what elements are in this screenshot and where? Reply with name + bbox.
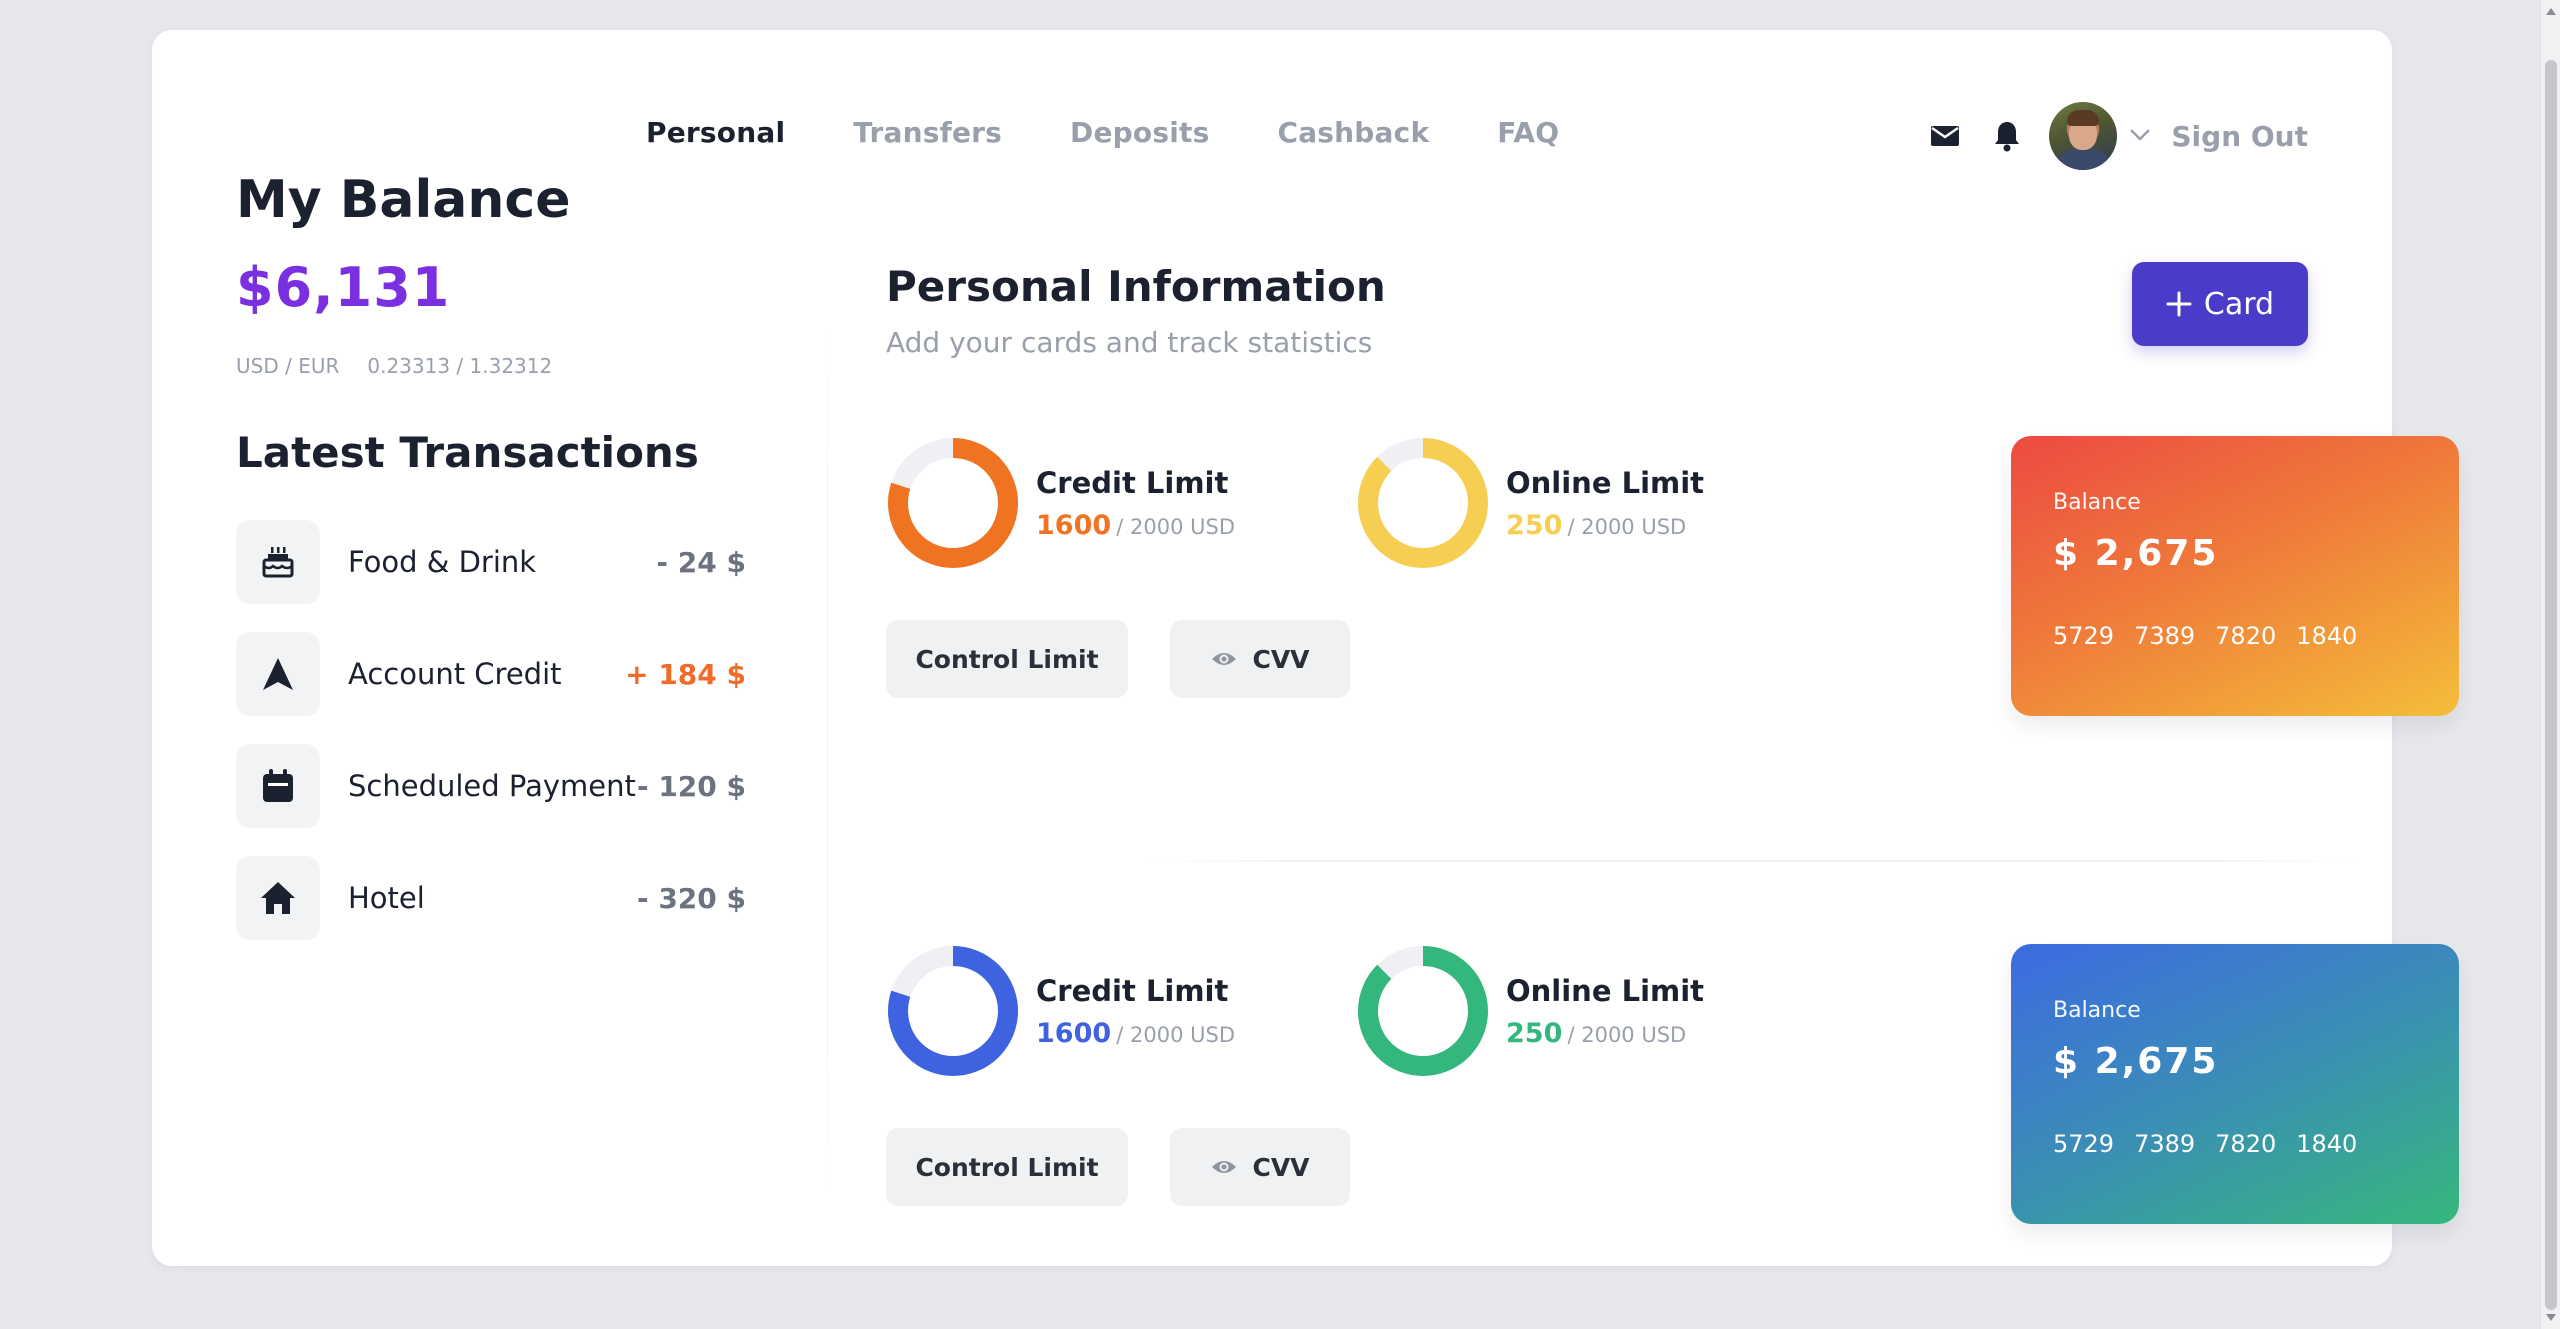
home-icon (236, 856, 320, 940)
list-item[interactable]: Hotel - 320 $ (236, 856, 746, 940)
bank-card[interactable]: Balance $ 2,675 5729 7389 7820 1840 (2011, 436, 2459, 716)
add-card-button[interactable]: Card (2132, 262, 2308, 346)
credit-limit: Credit Limit 1600 / 2000 USD (886, 944, 1235, 1078)
cake-icon (236, 520, 320, 604)
card-number-group: 1840 (2296, 1130, 2358, 1158)
exchange-rate: USD / EUR 0.23313 / 1.32312 (236, 354, 552, 378)
nav-personal[interactable]: Personal (646, 116, 785, 149)
card-number-group: 7820 (2215, 622, 2277, 650)
nav-faq[interactable]: FAQ (1497, 116, 1559, 149)
limit-title: Credit Limit (1036, 465, 1229, 500)
main-panel: Personal Transfers Deposits Cashback FAQ… (152, 30, 2459, 1266)
card-number: 5729 7389 7820 1840 (2053, 1130, 2417, 1158)
online-limit-donut (1358, 438, 1488, 568)
scrollbar-thumb[interactable] (2545, 60, 2557, 1310)
card-number-group: 1840 (2296, 622, 2358, 650)
limit-value: 1600 (1036, 1017, 1112, 1049)
control-limit-button[interactable]: Control Limit (886, 1128, 1128, 1206)
control-limit-button[interactable]: Control Limit (886, 620, 1128, 698)
row-divider (1142, 860, 2362, 862)
limit-total: / 2000 USD (1567, 514, 1687, 539)
section-title: Personal Information (886, 262, 1386, 311)
add-card-label: Card (2203, 286, 2275, 322)
donut-progress-arc (1358, 946, 1488, 1076)
card-balance: $ 2,675 (2053, 1041, 2219, 1082)
cvv-button[interactable]: CVV (1170, 620, 1350, 698)
transactions-list: Food & Drink - 24 $ Account Credit + 184… (236, 520, 746, 968)
section-subtitle: Add your cards and track statistics (886, 326, 1373, 359)
limit-total: / 2000 USD (1567, 1022, 1687, 1047)
card-number-group: 5729 (2053, 1130, 2115, 1158)
transaction-label: Account Credit (348, 657, 562, 691)
card-number-group: 7820 (2215, 1130, 2277, 1158)
card-balance-label: Balance (2053, 490, 2141, 515)
transaction-label: Scheduled Payment (348, 769, 636, 803)
bell-icon[interactable] (1987, 116, 2027, 156)
list-item[interactable]: Scheduled Payment - 120 $ (236, 744, 746, 828)
online-limit-donut (1358, 946, 1488, 1076)
limit-title: Credit Limit (1036, 973, 1229, 1008)
card-row: Credit Limit 1600 / 2000 USD Online Limi… (886, 436, 2459, 736)
credit-limit-donut (888, 438, 1018, 568)
scroll-up-arrow-icon[interactable] (2546, 8, 2556, 15)
main-nav: Personal Transfers Deposits Cashback FAQ (646, 116, 1559, 149)
calendar-icon (236, 744, 320, 828)
card-number-group: 5729 (2053, 622, 2115, 650)
transactions-title: Latest Transactions (236, 428, 699, 477)
card-row: Credit Limit 1600 / 2000 USD Online Limi… (886, 944, 2459, 1244)
transaction-amount: + 184 $ (625, 657, 746, 691)
limit-value: 250 (1506, 1017, 1563, 1049)
cvv-label: CVV (1252, 644, 1310, 674)
limit-title: Online Limit (1506, 973, 1705, 1008)
mail-icon[interactable] (1925, 116, 1965, 156)
card-number-group: 7389 (2134, 1130, 2196, 1158)
rate-value: 0.23313 / 1.32312 (367, 354, 553, 378)
limit-total: / 2000 USD (1116, 514, 1235, 539)
cvv-label: CVV (1252, 1152, 1310, 1182)
nav-cashback[interactable]: Cashback (1277, 116, 1429, 149)
nav-deposits[interactable]: Deposits (1070, 116, 1209, 149)
eye-icon (1212, 653, 1237, 665)
currency-pair: USD / EUR (236, 354, 340, 378)
scrollbar[interactable] (2540, 0, 2560, 1329)
transaction-amount: - 24 $ (656, 545, 746, 579)
credit-limit: Credit Limit 1600 / 2000 USD (886, 436, 1235, 570)
transaction-label: Food & Drink (348, 545, 537, 579)
cvv-button[interactable]: CVV (1170, 1128, 1350, 1206)
limit-value: 250 (1506, 509, 1563, 541)
donut-progress-arc (1358, 438, 1488, 568)
scroll-down-arrow-icon[interactable] (2546, 1314, 2556, 1321)
card-balance-label: Balance (2053, 998, 2141, 1023)
plus-icon (2166, 291, 2192, 317)
card-number-group: 7389 (2134, 622, 2196, 650)
list-item[interactable]: Account Credit + 184 $ (236, 632, 746, 716)
limit-title: Online Limit (1506, 465, 1705, 500)
sign-out-link[interactable]: Sign Out (2171, 120, 2308, 153)
bank-card[interactable]: Balance $ 2,675 5729 7389 7820 1840 (2011, 944, 2459, 1224)
card-balance: $ 2,675 (2053, 533, 2219, 574)
transaction-label: Hotel (348, 881, 425, 915)
credit-limit-donut (888, 946, 1018, 1076)
online-limit: Online Limit 250 / 2000 USD (1356, 944, 1704, 1078)
card-number: 5729 7389 7820 1840 (2053, 622, 2417, 650)
balance-value: $6,131 (236, 256, 451, 319)
transaction-amount: - 320 $ (636, 881, 746, 915)
page-title: My Balance (236, 170, 571, 230)
column-divider (827, 330, 828, 1190)
online-limit: Online Limit 250 / 2000 USD (1356, 436, 1704, 570)
limit-value: 1600 (1036, 509, 1112, 541)
limit-total: / 2000 USD (1116, 1022, 1235, 1047)
list-item[interactable]: Food & Drink - 24 $ (236, 520, 746, 604)
avatar[interactable] (2049, 102, 2118, 170)
nav-transfers[interactable]: Transfers (853, 116, 1002, 149)
navigation-arrow-icon (236, 632, 320, 716)
chevron-down-icon[interactable] (2129, 127, 2151, 146)
transaction-amount: - 120 $ (636, 769, 746, 803)
eye-icon (1212, 1161, 1237, 1173)
header-actions: Sign Out (1925, 102, 2308, 170)
